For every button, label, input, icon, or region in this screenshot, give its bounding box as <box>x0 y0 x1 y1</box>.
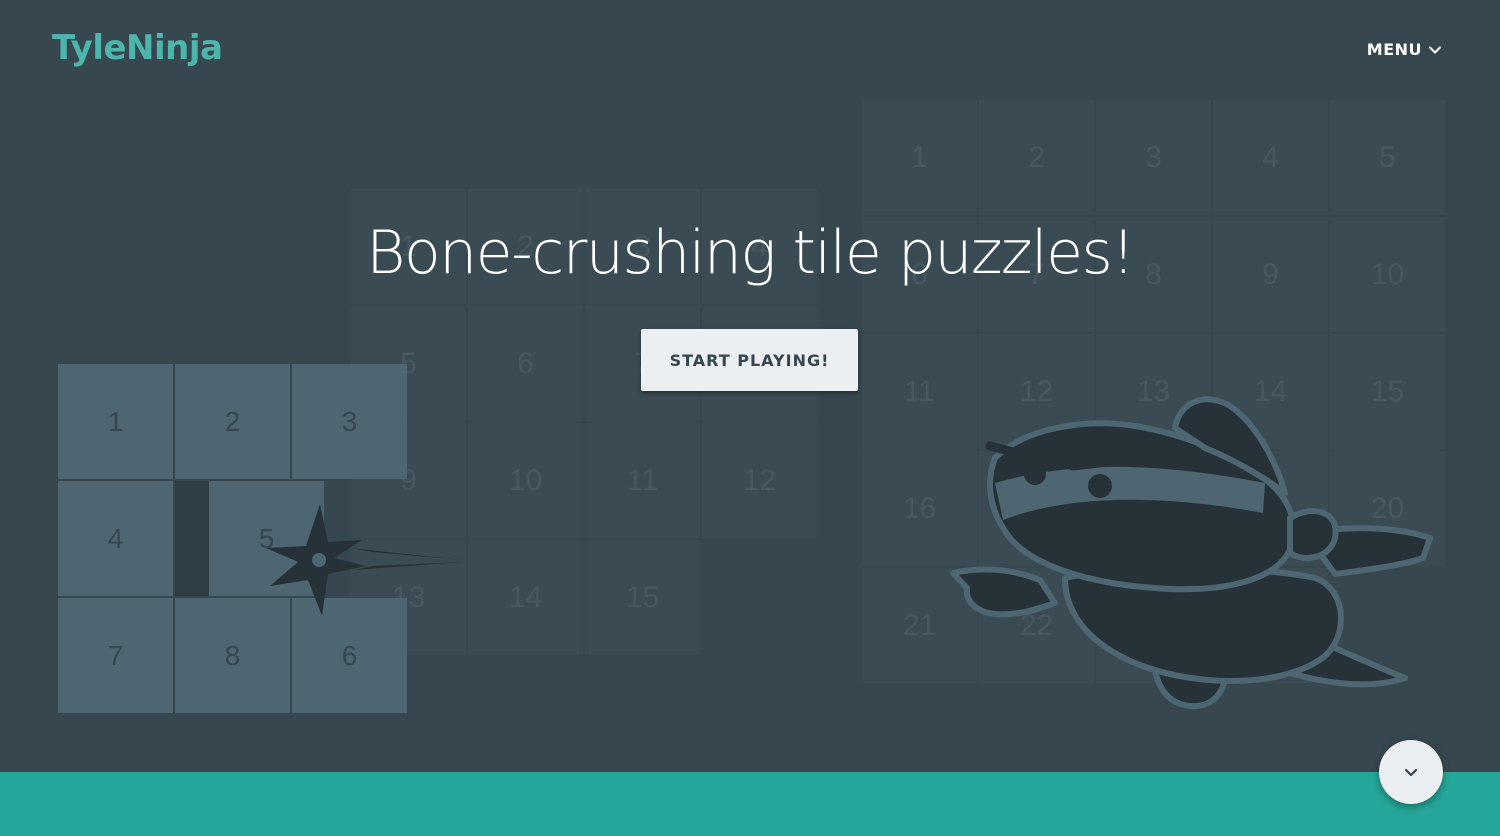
background-tile: 5 <box>1330 100 1445 215</box>
ninja-mascot-icon <box>950 396 1433 710</box>
landing-page: TyleNinja MENU 1234567891011121314151617… <box>0 0 1500 836</box>
background-tile: 2 <box>979 100 1094 215</box>
scroll-down-button[interactable] <box>1379 740 1443 804</box>
puzzle-tile[interactable]: 3 <box>292 364 407 479</box>
shuriken-icon <box>266 504 462 616</box>
background-tile: 6 <box>468 306 583 421</box>
background-tile <box>702 540 817 655</box>
background-tile: 15 <box>585 540 700 655</box>
accent-bar <box>0 772 1500 836</box>
chevron-down-icon <box>1429 46 1441 53</box>
background-tile: 14 <box>468 540 583 655</box>
background-tile: 12 <box>702 423 817 538</box>
background-tile: 1 <box>862 100 977 215</box>
puzzle-tile[interactable]: 4 <box>58 481 173 596</box>
background-tile: 3 <box>1096 100 1211 215</box>
puzzle-tile[interactable]: 1 <box>58 364 173 479</box>
puzzle-tile[interactable]: 7 <box>58 598 173 713</box>
brand-logo[interactable]: TyleNinja <box>52 28 223 68</box>
menu-label: MENU <box>1366 40 1422 59</box>
menu-button[interactable]: MENU <box>1367 40 1442 59</box>
start-playing-button[interactable]: START PLAYING! <box>641 329 858 391</box>
background-tile: 11 <box>585 423 700 538</box>
background-tile: 10 <box>468 423 583 538</box>
puzzle-tile[interactable]: 2 <box>175 364 290 479</box>
background-tile: 4 <box>1213 100 1328 215</box>
puzzle-empty-slot <box>175 481 209 596</box>
chevron-down-icon <box>1404 768 1418 777</box>
hero-title: Bone-crushing tile puzzles! <box>366 218 1135 288</box>
